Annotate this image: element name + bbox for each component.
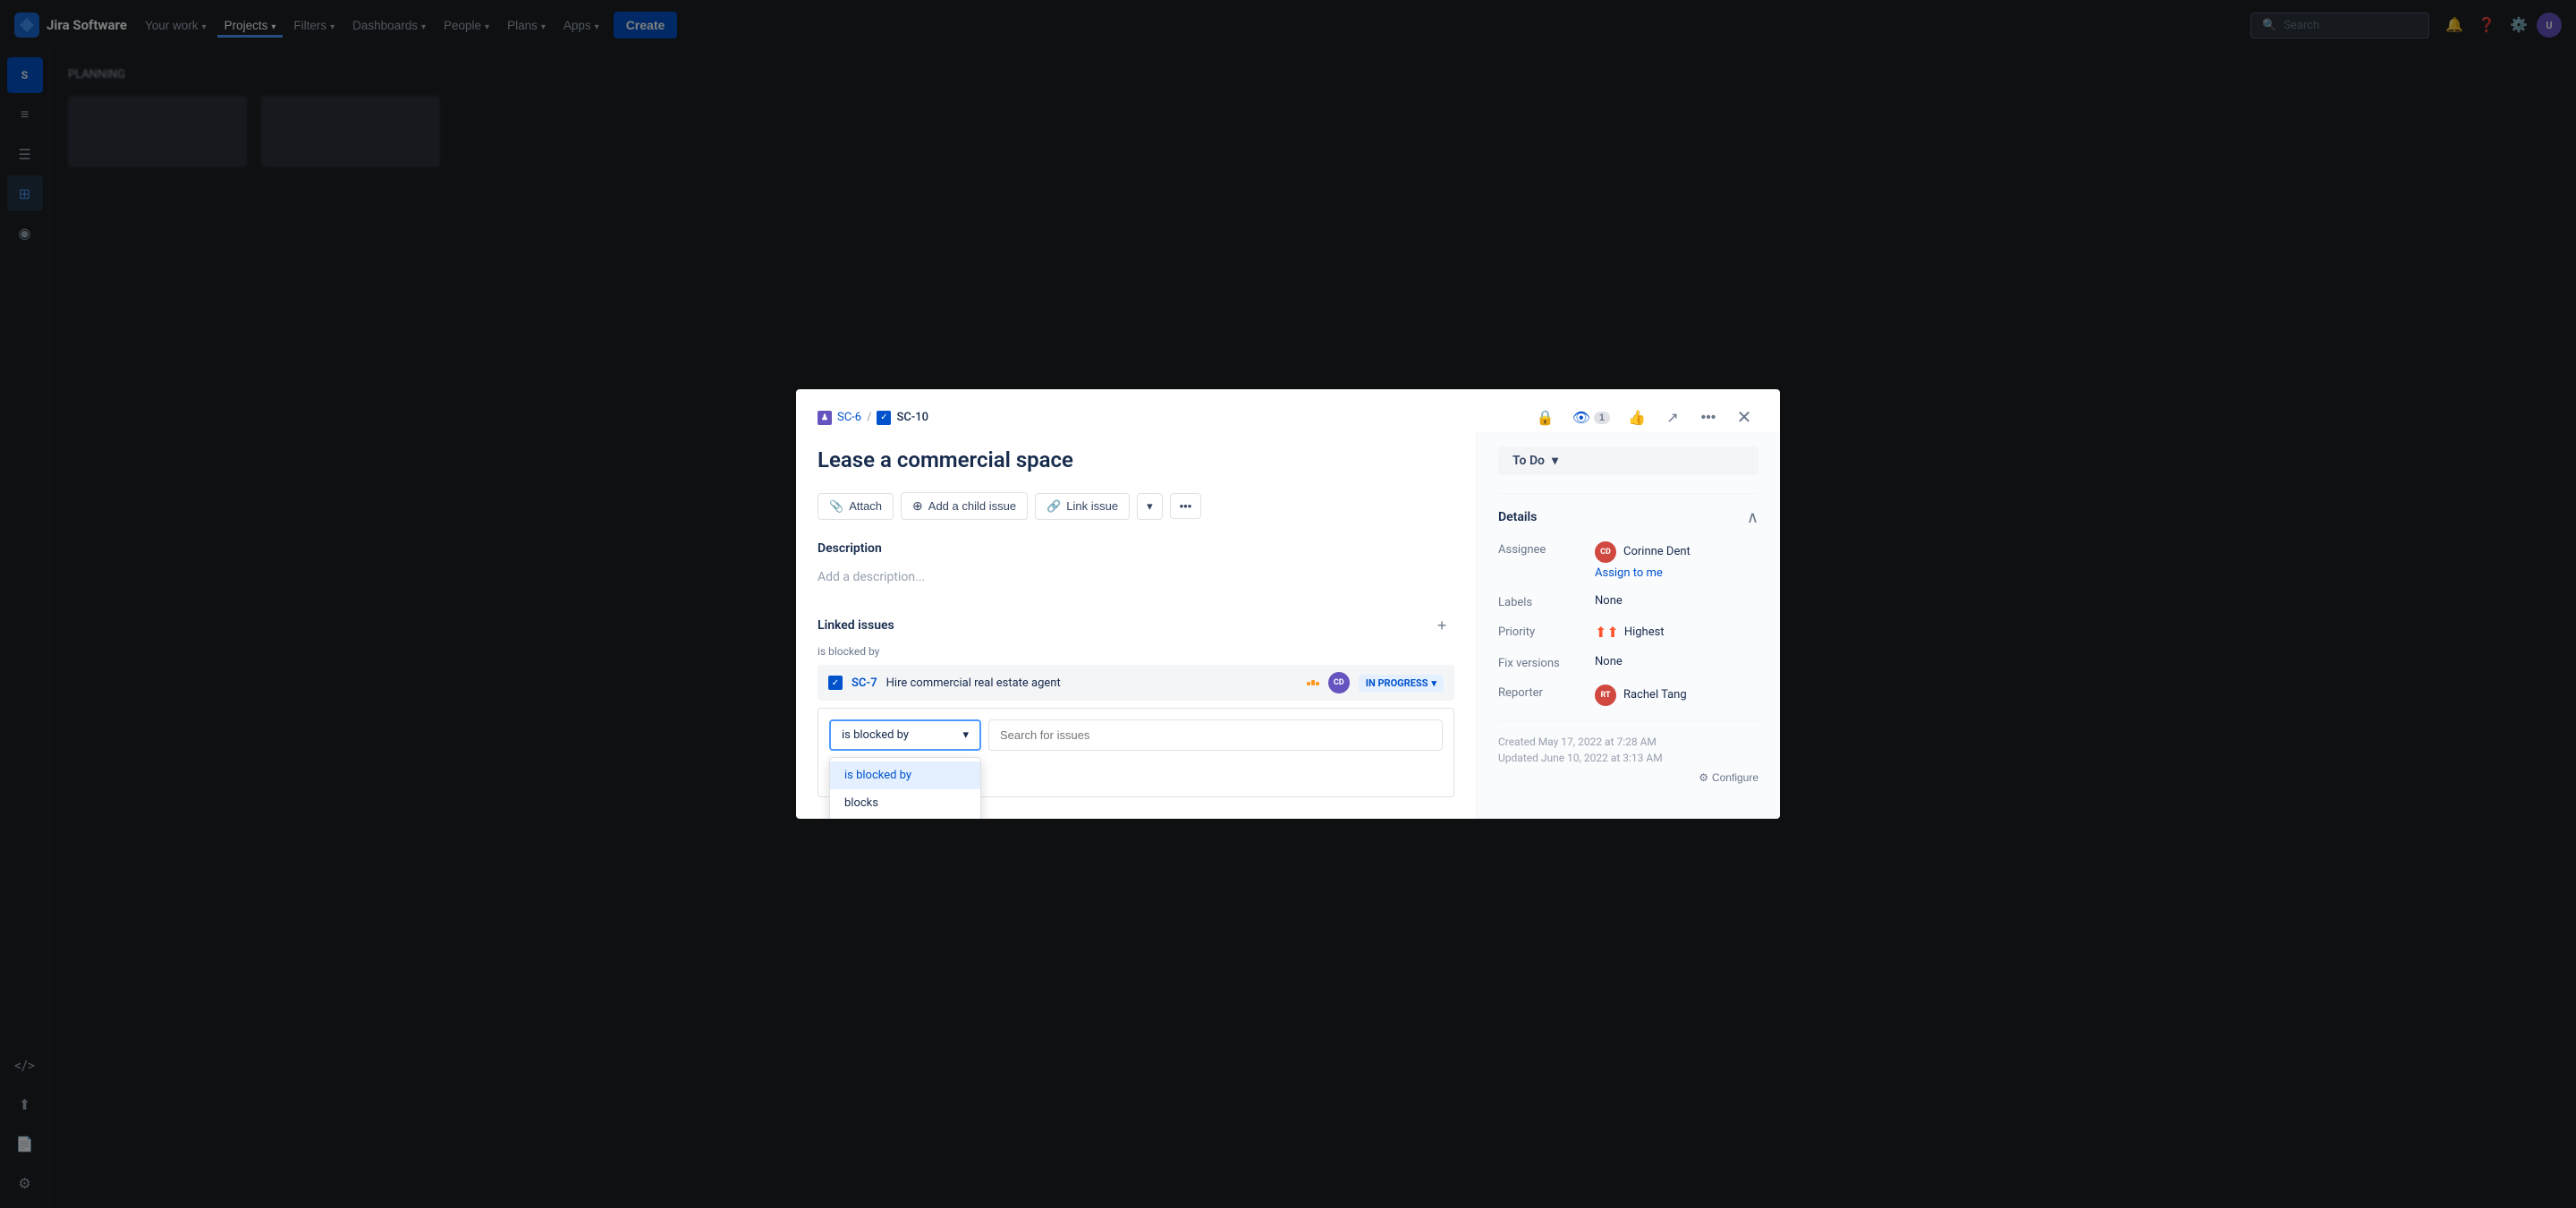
assignee-row: Assignee CD Corinne Dent Assign to me: [1498, 541, 1758, 580]
child-issue-key: SC-10: [896, 411, 928, 424]
add-child-issue-button[interactable]: ⊕ Add a child issue: [901, 492, 1028, 520]
lock-button[interactable]: 🔒: [1531, 404, 1560, 432]
linked-issue-summary: Hire commercial real estate agent: [886, 676, 1298, 690]
more-actions-button[interactable]: •••: [1694, 404, 1723, 432]
attach-label: Attach: [849, 499, 882, 513]
dropdown-option-is-cloned-by[interactable]: is cloned by: [830, 817, 980, 819]
link-type-menu: is blocked by blocks is cloned by clones: [829, 757, 981, 819]
priority-row: Priority ⬆⬆ Highest: [1498, 624, 1758, 641]
assignee-info: CD Corinne Dent: [1595, 541, 1690, 563]
labels-value[interactable]: None: [1595, 594, 1758, 608]
status-text: IN PROGRESS: [1366, 677, 1428, 689]
reporter-label: Reporter: [1498, 685, 1588, 700]
paperclip-icon: 📎: [829, 499, 843, 514]
assign-to-me-link[interactable]: Assign to me: [1595, 566, 1690, 580]
linked-issue-row: ✓ SC-7 Hire commercial real estate agent…: [818, 665, 1454, 701]
description-label: Description: [818, 541, 1454, 556]
reporter-name: Rachel Tang: [1623, 688, 1687, 702]
priority-icon: ⬆⬆: [1595, 624, 1619, 641]
modal-overlay: ♟ SC-6 / ✓ SC-10 🔒 👁 1 👍 ↗ ••• ✕: [0, 0, 2576, 1208]
modal-main-content: Lease a commercial space 📎 Attach ⊕ Add …: [796, 432, 1476, 819]
status-label: To Do: [1513, 454, 1545, 468]
details-toggle-button[interactable]: ∧: [1747, 508, 1758, 527]
watch-count: 1: [1594, 412, 1610, 424]
child-issue-icon: ✓: [877, 411, 891, 425]
link-issue-label: Link issue: [1066, 499, 1118, 513]
priority-bars: [1307, 680, 1319, 685]
modal-header: ♟ SC-6 / ✓ SC-10 🔒 👁 1 👍 ↗ ••• ✕: [796, 389, 1780, 432]
description-placeholder[interactable]: Add a description...: [818, 563, 1454, 591]
link-form-row: is blocked by ▾ is blocked by blocks is …: [829, 719, 1443, 751]
status-dropdown-chevron: ▾: [1552, 454, 1558, 468]
dropdown-option-is-blocked-by[interactable]: is blocked by: [830, 761, 980, 789]
status-chevron: ▾: [1431, 677, 1436, 689]
details-header: Details ∧: [1498, 508, 1758, 527]
fix-versions-label: Fix versions: [1498, 655, 1588, 670]
more-toolbar-button[interactable]: ▾: [1137, 493, 1163, 520]
issue-search-input[interactable]: [988, 719, 1443, 751]
configure-label: Configure: [1712, 771, 1758, 784]
created-timestamp: Created May 17, 2022 at 7:28 AM: [1498, 736, 1758, 748]
parent-issue-link[interactable]: SC-6: [837, 411, 861, 424]
details-divider: [1498, 720, 1758, 721]
assignee-name: Corinne Dent: [1623, 545, 1690, 558]
issue-modal: ♟ SC-6 / ✓ SC-10 🔒 👁 1 👍 ↗ ••• ✕: [796, 389, 1780, 819]
add-child-issue-label: Add a child issue: [928, 499, 1016, 513]
add-linked-issue-button[interactable]: +: [1429, 613, 1454, 638]
status-badge[interactable]: IN PROGRESS ▾: [1359, 675, 1444, 692]
priority-label: Priority: [1498, 624, 1588, 639]
assignee-avatar: CD: [1595, 541, 1616, 563]
linked-issues-header: Linked issues +: [818, 613, 1454, 638]
gear-icon: ⚙: [1699, 771, 1708, 784]
linked-issue-type-icon: ✓: [828, 676, 843, 690]
modal-header-actions: 🔒 👁 1 👍 ↗ ••• ✕: [1531, 404, 1758, 432]
details-title: Details: [1498, 510, 1537, 524]
close-button[interactable]: ✕: [1730, 404, 1758, 432]
linked-sub-label: is blocked by: [818, 645, 1454, 658]
breadcrumb: ♟ SC-6 / ✓ SC-10: [818, 411, 928, 425]
reporter-avatar: RT: [1595, 685, 1616, 706]
link-icon: 🔗: [1046, 499, 1061, 514]
fix-versions-value[interactable]: None: [1595, 655, 1758, 668]
configure-row: ⚙ Configure: [1498, 771, 1758, 784]
thumbs-up-button[interactable]: 👍: [1623, 404, 1651, 432]
child-issue-icon-toolbar: ⊕: [912, 498, 923, 514]
parent-issue-icon: ♟: [818, 411, 832, 425]
linked-issues-title: Linked issues: [818, 618, 894, 633]
linked-issue-key[interactable]: SC-7: [852, 676, 877, 690]
modal-body: Lease a commercial space 📎 Attach ⊕ Add …: [796, 432, 1780, 819]
priority-indicator: [1307, 680, 1319, 685]
share-button[interactable]: ↗: [1658, 404, 1687, 432]
assignee-label: Assignee: [1498, 541, 1588, 557]
watch-icon: 👁: [1572, 409, 1590, 427]
link-type-dropdown[interactable]: is blocked by ▾: [829, 719, 981, 751]
watch-button[interactable]: 👁 1: [1567, 405, 1615, 430]
link-form: is blocked by ▾ is blocked by blocks is …: [818, 708, 1454, 797]
details-section: Details ∧ Assignee CD Corinne Dent Assig…: [1498, 493, 1758, 784]
link-type-selected: is blocked by: [842, 728, 909, 742]
issue-title: Lease a commercial space: [818, 447, 1454, 474]
fix-versions-row: Fix versions None: [1498, 655, 1758, 670]
link-type-chevron: ▾: [962, 728, 969, 742]
link-issue-button[interactable]: 🔗 Link issue: [1035, 493, 1130, 520]
priority-value: Highest: [1624, 625, 1665, 639]
assignee-avatar-linked: CD: [1328, 672, 1350, 693]
attach-button[interactable]: 📎 Attach: [818, 493, 894, 520]
labels-row: Labels None: [1498, 594, 1758, 609]
action-toolbar: 📎 Attach ⊕ Add a child issue 🔗 Link issu…: [818, 492, 1454, 520]
configure-button[interactable]: ⚙ Configure: [1699, 771, 1758, 784]
status-dropdown[interactable]: To Do ▾: [1498, 447, 1758, 475]
extra-options-button[interactable]: •••: [1170, 493, 1202, 519]
dropdown-option-blocks[interactable]: blocks: [830, 789, 980, 817]
updated-timestamp: Updated June 10, 2022 at 3:13 AM: [1498, 752, 1758, 764]
modal-sidebar: To Do ▾ Details ∧ Assignee CD: [1476, 432, 1780, 819]
reporter-row: Reporter RT Rachel Tang: [1498, 685, 1758, 706]
labels-label: Labels: [1498, 594, 1588, 609]
